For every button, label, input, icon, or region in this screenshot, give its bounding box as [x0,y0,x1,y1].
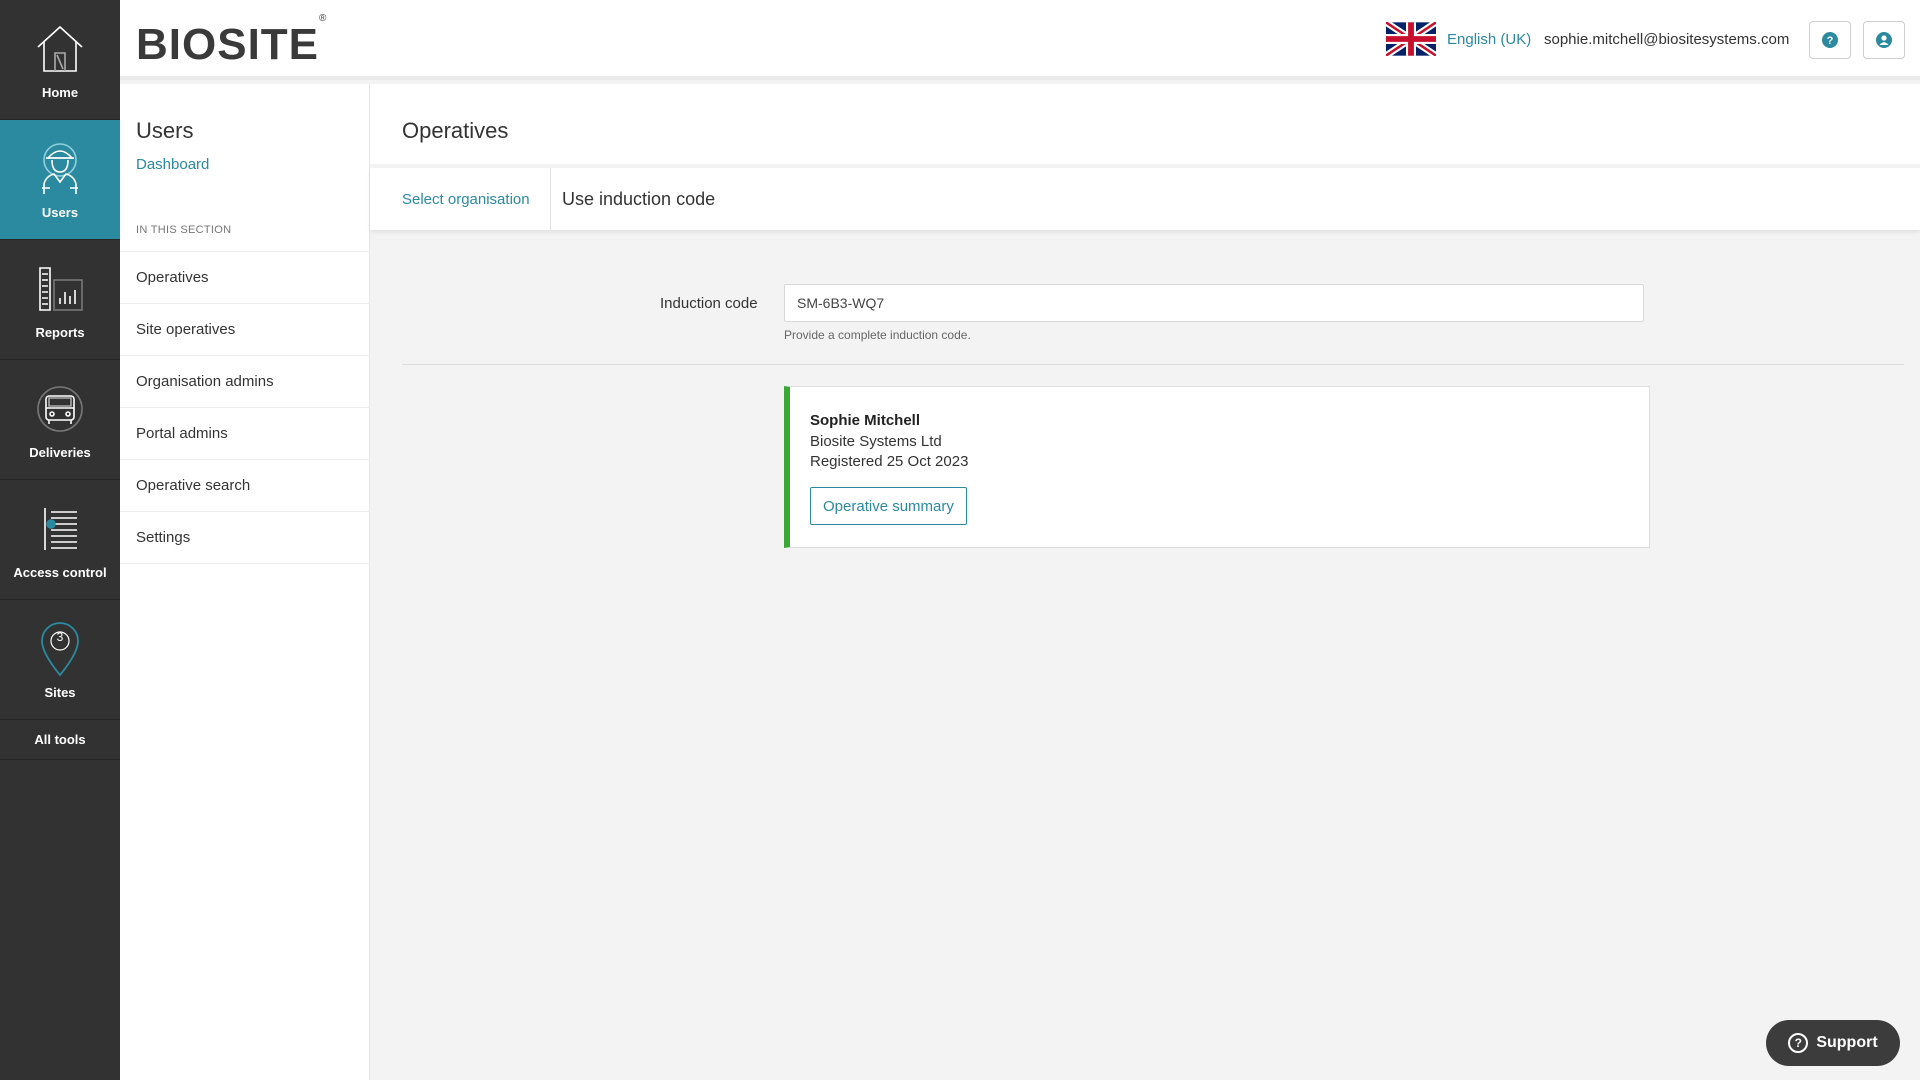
nav-users[interactable]: Users [0,120,120,240]
user-profile-icon [1876,32,1892,48]
page-title: Operatives [402,118,509,143]
worker-icon [30,139,90,199]
form-divider [402,364,1904,365]
site-pin-icon: 3 [30,619,90,679]
support-question-icon: ? [1788,1033,1809,1053]
truck-icon [30,379,90,439]
section-sidebar: Users Dashboard IN THIS SECTION Operativ… [120,84,370,1080]
sidebar-item-portal-admins[interactable]: Portal admins [120,408,370,460]
main-nav-rail: Home Users Reports Deliveries Access con… [0,0,120,1080]
section-title: Users [136,118,194,143]
sidebar-item-operatives[interactable]: Operatives [120,252,370,304]
logo-text: BIOSITE [136,20,320,69]
sidebar-item-operative-search[interactable]: Operative search [120,460,370,512]
help-icon: ? [1822,32,1838,48]
nav-home[interactable]: Home [0,0,120,120]
account-button[interactable] [1863,21,1905,59]
induction-code-input[interactable] [784,284,1644,322]
nav-all-tools[interactable]: All tools [0,720,120,760]
operative-summary-button[interactable]: Operative summary [810,487,967,525]
user-email[interactable]: sophie.mitchell@biositesystems.com [1544,31,1789,48]
operative-result-card: Sophie Mitchell Biosite Systems Ltd Regi… [784,386,1650,548]
language-selector[interactable]: English (UK) [1386,22,1531,56]
page-tabs: Select organisation Use induction code [370,168,1920,230]
logo-trademark: ® [319,13,328,25]
sidebar-item-settings[interactable]: Settings [120,512,370,564]
nav-deliveries-label: Deliveries [29,445,91,460]
nav-deliveries[interactable]: Deliveries [0,360,120,480]
sites-count-badge: 3 [56,630,64,644]
sidebar-item-organisation-admins[interactable]: Organisation admins [120,356,370,408]
nav-sites-label: Sites [44,685,76,700]
nav-home-label: Home [41,85,79,100]
section-nav-list: Operatives Site operatives Organisation … [120,251,370,564]
nav-reports[interactable]: Reports [0,240,120,360]
nav-reports-label: Reports [35,325,85,340]
tab-use-induction-code: Use induction code [562,188,716,209]
nav-users-label: Users [41,205,79,220]
nav-sites[interactable]: 3 Sites [0,600,120,720]
support-button[interactable]: ? Support [1766,1020,1900,1066]
help-button[interactable]: ? [1809,21,1851,59]
operative-organisation: Biosite Systems Ltd [810,433,942,450]
reports-icon [30,259,90,319]
biosite-logo[interactable]: BIOSITE® [136,13,327,70]
operative-name: Sophie Mitchell [810,412,921,429]
induction-code-label: Induction code [660,295,758,312]
language-label: English (UK) [1447,30,1532,48]
svg-text:?: ? [1827,35,1834,47]
nav-access-control-label: Access control [13,565,107,580]
induction-code-help: Provide a complete induction code. [784,328,971,342]
dashboard-link[interactable]: Dashboard [136,156,209,173]
nav-access-control[interactable]: Access control [0,480,120,600]
sidebar-item-site-operatives[interactable]: Site operatives [120,304,370,356]
support-label: Support [1816,1034,1878,1051]
turnstile-icon [30,499,90,559]
section-heading: IN THIS SECTION [136,224,232,236]
uk-flag-icon [1386,22,1436,56]
tab-divider [550,168,551,230]
home-icon [30,19,90,79]
page-header: Operatives [370,84,1920,164]
tab-select-organisation[interactable]: Select organisation [402,168,530,230]
operative-registered-date: Registered 25 Oct 2023 [810,453,969,470]
top-bar: BIOSITE® English (UK) sophie.mitchell@bi… [120,0,1920,80]
